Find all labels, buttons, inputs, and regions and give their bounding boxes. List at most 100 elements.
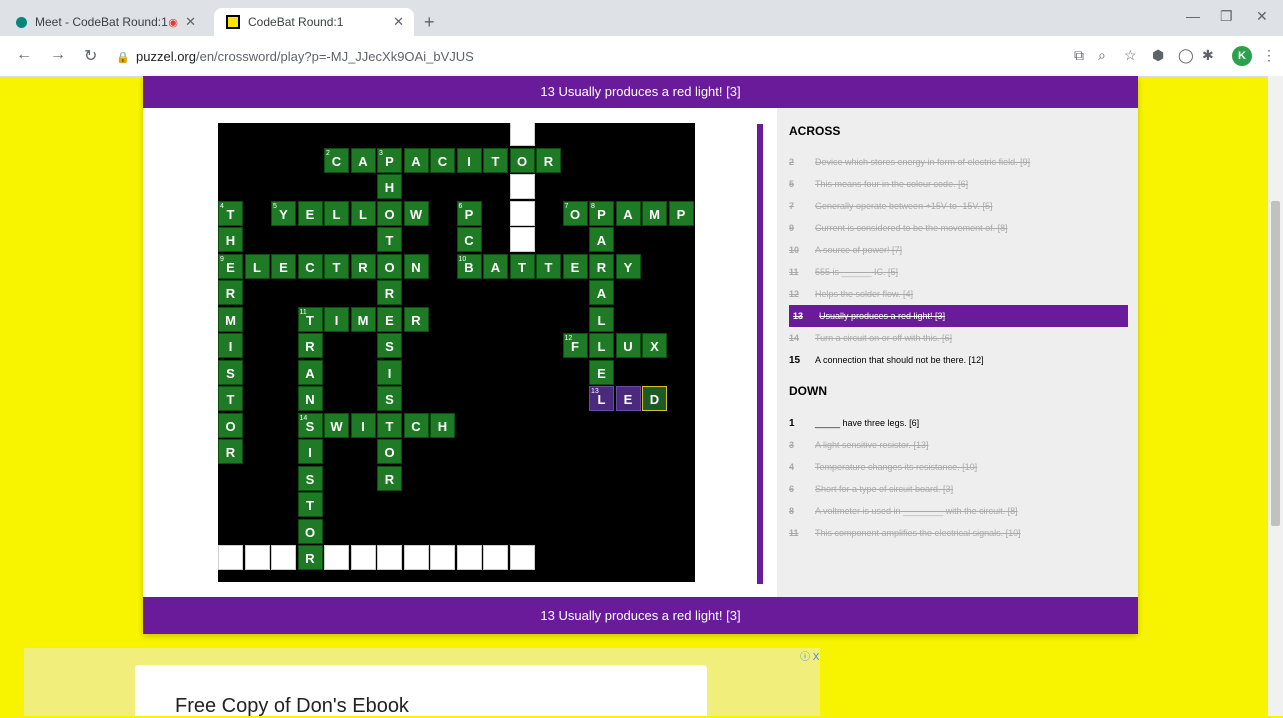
grid-cell[interactable] [271,545,296,570]
grid-cell[interactable]: H [377,174,402,199]
grid-cell[interactable] [403,545,429,570]
across-clue[interactable]: 2 Device which stores energy in form of e… [789,151,1124,173]
grid-cell[interactable]: L [589,333,614,358]
across-clue[interactable]: 7 Generally operate between +15V to -15V.… [789,195,1124,217]
grid-cell[interactable]: O7 [562,200,588,226]
grid-cell[interactable]: A [615,200,641,226]
page-scrollbar[interactable] [1268,76,1283,716]
down-clue[interactable]: 3 A light sensitive resistor. [13] [789,434,1124,456]
across-clue[interactable]: 14 Turn a circuit on or off with this. [6… [789,327,1124,349]
grid-cell[interactable]: B 10 [456,253,482,279]
grid-cell[interactable]: P3 [377,147,402,173]
grid-cell[interactable]: A [483,253,508,279]
grid-scrollbar[interactable] [757,124,763,584]
new-tab-button[interactable]: + [424,12,435,33]
grid-cell[interactable] [324,545,349,570]
grid-cell[interactable]: E [615,386,641,411]
across-clue[interactable]: 13 Usually produces a red light! [3] [789,305,1128,327]
grid-cell[interactable]: E [297,200,323,226]
grid-cell[interactable] [244,545,270,570]
grid-cell[interactable]: I [377,359,402,385]
grid-cell[interactable]: T [377,227,402,252]
reload-icon[interactable]: ↻ [84,46,97,66]
puzzle-icon[interactable]: ✱ [1202,47,1214,64]
grid-cell[interactable]: H [218,227,243,252]
grid-cell[interactable]: R [377,465,402,491]
grid-cell[interactable]: M [218,306,243,332]
grid-cell[interactable]: T 11 [297,306,323,332]
tab-meet[interactable]: Meet - CodeBat Round:1 ◉ ✕ [16,8,206,36]
grid-cell[interactable]: U [615,333,641,358]
grid-cell[interactable]: R [403,306,429,332]
ad-title[interactable]: Free Copy of Don's Ebook [175,695,409,718]
grid-cell[interactable]: A [297,359,323,385]
close-tab-icon[interactable]: ✕ [185,14,196,30]
scrollbar-thumb[interactable] [1271,201,1280,526]
url-field[interactable]: 🔒 puzzel.org/en/crossword/play?p=-MJ_JJe… [116,42,1070,70]
grid-cell[interactable]: O [377,253,402,279]
grid-cell[interactable]: A [350,147,376,173]
grid-cell[interactable]: S [218,359,243,385]
grid-cell[interactable]: R [218,439,243,464]
grid-cell[interactable]: A [589,280,614,305]
grid-cell[interactable]: C [456,227,482,252]
grid-cell[interactable]: I [456,147,482,173]
grid-cell[interactable]: R [297,333,323,358]
grid-cell[interactable]: E [271,253,296,279]
down-clue[interactable]: 8 A voltmeter is used in ________ with th… [789,500,1124,522]
across-clue[interactable]: 5 This means four in the colour code. [6] [789,173,1124,195]
grid-cell[interactable]: R [218,280,243,305]
grid-cell[interactable]: E [589,359,614,385]
grid-cell[interactable]: T [509,253,535,279]
grid-cell[interactable]: 15 [218,545,243,570]
grid-cell[interactable]: T [297,492,323,517]
close-window-icon[interactable]: ✕ [1256,8,1268,25]
grid-cell[interactable]: O [509,147,535,173]
grid-cell[interactable]: P [668,200,694,226]
grid-cell[interactable]: L [589,306,614,332]
across-clue[interactable]: 11 555 is ______ IC. [5] [789,261,1124,283]
translate-icon[interactable]: ⧉ [1074,47,1084,64]
grid-cell[interactable]: C [403,412,429,438]
extension-icon[interactable]: ⬢ [1152,47,1164,64]
grid-cell[interactable]: T [218,386,243,411]
ad-card[interactable]: Free Copy of Don's Ebook [135,665,707,718]
menu-icon[interactable]: ⋮ [1262,47,1276,64]
grid-cell[interactable] [509,200,535,226]
maximize-icon[interactable]: ❐ [1220,8,1233,25]
grid-cell[interactable]: C [430,147,455,173]
grid-cell[interactable]: W [403,200,429,226]
grid-cell[interactable]: S 14 [297,412,323,438]
grid-cell[interactable]: O [377,200,402,226]
grid-cell[interactable] [509,174,535,199]
grid-cell[interactable]: P6 [456,200,482,226]
grid-cell[interactable]: S [377,333,402,358]
down-clue[interactable]: 1 _____ have three legs. [6] [789,412,1124,434]
extension-icon[interactable]: ◯ [1178,47,1194,64]
grid-cell[interactable]: R [589,253,614,279]
grid-cell[interactable]: R [377,280,402,305]
grid-cell[interactable]: E9 [218,253,243,279]
grid-cell[interactable]: X [642,333,667,358]
grid-cell[interactable] [509,545,535,570]
grid-cell[interactable]: Y5 [271,200,296,226]
grid-cell[interactable]: A [589,227,614,252]
grid-cell[interactable]: I [297,439,323,464]
across-clue[interactable]: 10 A source of power! [7] [789,239,1124,261]
grid-cell[interactable]: M [642,200,667,226]
down-clue[interactable]: 4 Temperature changes its resistance. [10… [789,456,1124,478]
adchoices-icon[interactable]: ⓘ X [800,648,819,663]
across-clue[interactable]: 12 Helps the solder flow. [4] [789,283,1124,305]
grid-cell[interactable]: D [642,386,667,411]
grid-cell[interactable]: F 12 [562,333,588,358]
grid-cell[interactable]: T [483,147,508,173]
grid-cell[interactable]: C2 [324,147,349,173]
grid-cell[interactable] [430,545,455,570]
grid-cell[interactable] [483,545,508,570]
grid-cell[interactable]: N [297,386,323,411]
grid-cell[interactable] [350,545,376,570]
grid-cell[interactable]: M [350,306,376,332]
grid-cell[interactable]: A [403,147,429,173]
grid-cell[interactable]: N [403,253,429,279]
grid-cell[interactable]: L [350,200,376,226]
